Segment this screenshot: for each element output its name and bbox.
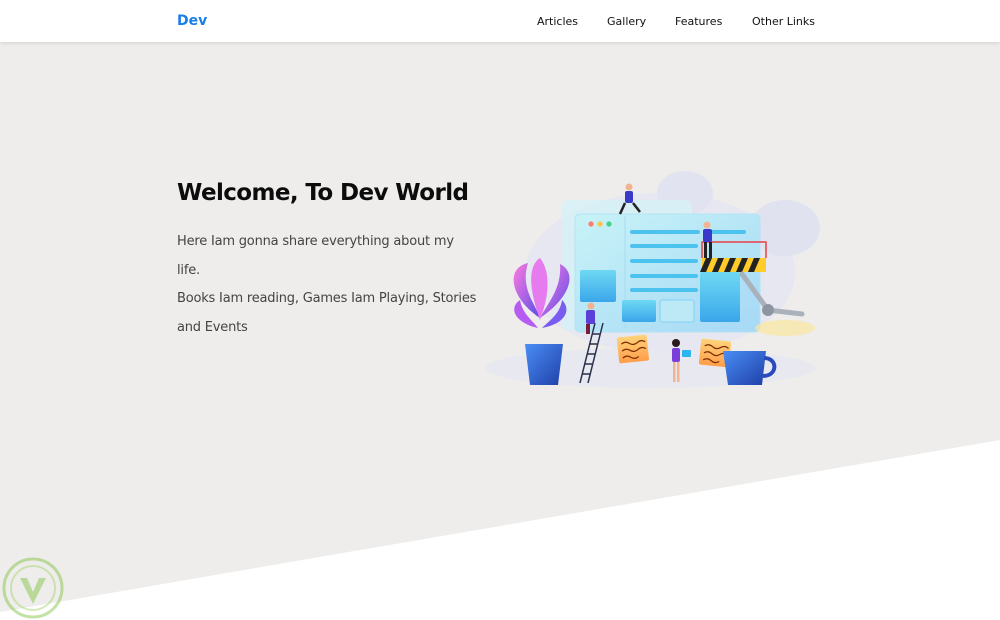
hero-description: Here Iam gonna share everything about my… — [177, 228, 477, 342]
nav-links: Articles Gallery Features Other Links — [0, 15, 1000, 29]
watermark-logo-icon — [2, 557, 64, 619]
hero-line-3: and Events — [177, 319, 248, 335]
navbar: Dev Articles Gallery Features Other Link… — [0, 0, 1000, 42]
hero-title: Welcome, To Dev World — [177, 180, 469, 206]
nav-link-features[interactable]: Features — [675, 15, 722, 28]
nav-link-articles[interactable]: Articles — [537, 15, 578, 28]
hero-illustration — [485, 171, 820, 388]
nav-link-gallery[interactable]: Gallery — [607, 15, 646, 28]
nav-link-other-links[interactable]: Other Links — [752, 15, 815, 28]
hero-line-1: Here Iam gonna share everything about my… — [177, 234, 454, 278]
hero-line-2: Books Iam reading, Games Iam Playing, St… — [177, 291, 477, 306]
